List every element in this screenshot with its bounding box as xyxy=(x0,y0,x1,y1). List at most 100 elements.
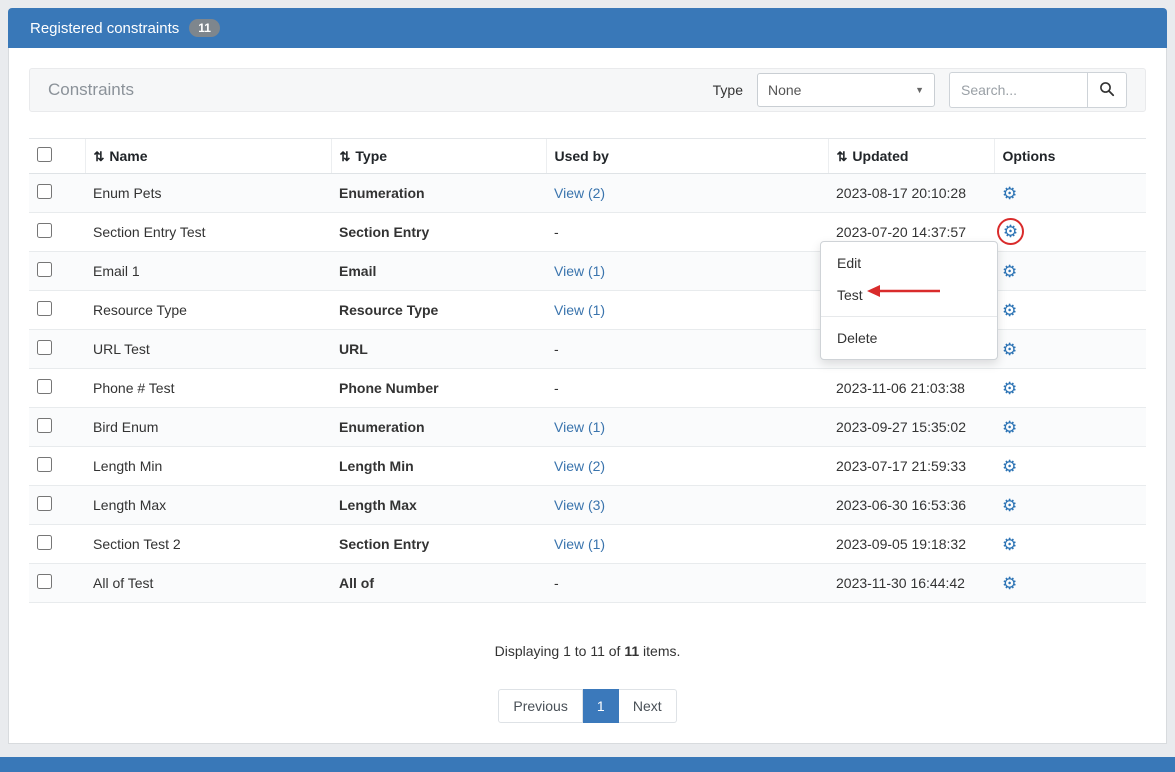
gear-icon[interactable]: ⚙ xyxy=(1002,496,1017,515)
table-body: Enum Pets Enumeration View (2) 2023-08-17 2… xyxy=(29,174,1146,603)
row-checkbox[interactable] xyxy=(37,262,52,277)
row-checkbox[interactable] xyxy=(37,301,52,316)
search-button[interactable] xyxy=(1087,72,1127,108)
type-cell: Email xyxy=(331,252,546,291)
options-cell: ⚙ xyxy=(994,408,1146,447)
row-checkbox[interactable] xyxy=(37,418,52,433)
name-cell: Length Min xyxy=(85,447,331,486)
table-row: Enum PetsEnumerationView (2)2023-08-17 2… xyxy=(29,174,1146,213)
options-cell: ⚙ xyxy=(994,291,1146,330)
toolbar-heading: Constraints xyxy=(48,80,134,100)
name-cell: URL Test xyxy=(85,330,331,369)
row-checkbox[interactable] xyxy=(37,379,52,394)
used-by-link[interactable]: View (1) xyxy=(554,536,605,552)
count-badge: 11 xyxy=(189,19,220,37)
row-checkbox[interactable] xyxy=(37,223,52,238)
table-row: Length MinLength MinView (2)2023-07-17 2… xyxy=(29,447,1146,486)
results-summary: Displaying 1 to 11 of 11 items. xyxy=(29,643,1146,659)
type-cell: Section Entry xyxy=(331,213,546,252)
used-by-link[interactable]: View (2) xyxy=(554,458,605,474)
used-by-cell: - xyxy=(546,213,828,252)
type-cell: Resource Type xyxy=(331,291,546,330)
type-cell: Enumeration xyxy=(331,408,546,447)
row-checkbox[interactable] xyxy=(37,457,52,472)
select-all-checkbox[interactable] xyxy=(37,147,52,162)
gear-icon[interactable]: ⚙ xyxy=(1002,379,1017,398)
page-1-button[interactable]: 1 xyxy=(583,689,619,723)
options-cell: ⚙ xyxy=(994,213,1146,252)
type-cell: URL xyxy=(331,330,546,369)
row-checkbox[interactable] xyxy=(37,184,52,199)
gear-icon[interactable]: ⚙ xyxy=(1002,574,1017,593)
annotation-circle: ⚙ xyxy=(997,218,1024,245)
type-select-value: None xyxy=(768,82,801,98)
used-by-cell: View (2) xyxy=(546,447,828,486)
updated-cell: 2023-06-30 16:53:36 xyxy=(828,486,994,525)
type-cell: Length Max xyxy=(331,486,546,525)
gear-icon[interactable]: ⚙ xyxy=(1003,223,1018,240)
name-cell: Bird Enum xyxy=(85,408,331,447)
col-header-updated[interactable]: ⇅Updated xyxy=(828,139,994,174)
gear-icon[interactable]: ⚙ xyxy=(1002,457,1017,476)
options-cell: ⚙ xyxy=(994,447,1146,486)
used-by-link[interactable]: View (1) xyxy=(554,302,605,318)
table-row: Phone # TestPhone Number-2023-11-06 21:0… xyxy=(29,369,1146,408)
search-input[interactable] xyxy=(949,72,1087,108)
menu-item-test[interactable]: Test xyxy=(821,279,997,311)
row-checkbox[interactable] xyxy=(37,574,52,589)
type-filter-label: Type xyxy=(713,82,743,98)
sort-icon: ⇅ xyxy=(837,149,848,164)
panel-header: Registered constraints 11 xyxy=(8,8,1167,48)
next-page-button[interactable]: Next xyxy=(619,689,677,723)
gear-icon[interactable]: ⚙ xyxy=(1002,262,1017,281)
gear-icon[interactable]: ⚙ xyxy=(1002,340,1017,359)
used-by-value: - xyxy=(554,380,559,396)
constraints-panel: Registered constraints 11 Constraints Ty… xyxy=(8,8,1167,744)
previous-page-button[interactable]: Previous xyxy=(498,689,582,723)
toolbar: Constraints Type None ▼ xyxy=(29,68,1146,112)
options-cell: ⚙ xyxy=(994,564,1146,603)
menu-item-delete[interactable]: Delete xyxy=(821,322,997,354)
used-by-value: - xyxy=(554,575,559,591)
updated-cell: 2023-09-05 19:18:32 xyxy=(828,525,994,564)
gear-icon[interactable]: ⚙ xyxy=(1002,418,1017,437)
used-by-link[interactable]: View (1) xyxy=(554,263,605,279)
gear-icon[interactable]: ⚙ xyxy=(1002,301,1017,320)
col-header-options: Options xyxy=(994,139,1146,174)
toolbar-controls: Type None ▼ xyxy=(713,72,1127,108)
used-by-link[interactable]: View (1) xyxy=(554,419,605,435)
search-icon xyxy=(1099,81,1115,100)
name-cell: Enum Pets xyxy=(85,174,331,213)
name-cell: Email 1 xyxy=(85,252,331,291)
row-checkbox[interactable] xyxy=(37,340,52,355)
options-cell: ⚙ xyxy=(994,525,1146,564)
name-cell: Section Test 2 xyxy=(85,525,331,564)
col-header-name[interactable]: ⇅Name xyxy=(85,139,331,174)
used-by-cell: View (1) xyxy=(546,408,828,447)
row-checkbox[interactable] xyxy=(37,496,52,511)
options-dropdown-menu: EditTest Delete xyxy=(820,241,998,360)
menu-divider xyxy=(821,316,997,317)
gear-icon[interactable]: ⚙ xyxy=(1002,535,1017,554)
table-row: Section Test 2Section Entry View (1) 2023-… xyxy=(29,525,1146,564)
type-cell: Section Entry xyxy=(331,525,546,564)
options-cell: ⚙ xyxy=(994,486,1146,525)
menu-item-edit[interactable]: Edit xyxy=(821,247,997,279)
table-row: Length MaxLength Max View (3) 2023-06-30 1… xyxy=(29,486,1146,525)
constraints-table: ⇅Name ⇅Type Used by ⇅Updated Options xyxy=(29,138,1146,603)
used-by-link[interactable]: View (3) xyxy=(554,497,605,513)
table-header-row: ⇅Name ⇅Type Used by ⇅Updated Options xyxy=(29,139,1146,174)
used-by-value: - xyxy=(554,224,559,240)
name-cell: Length Max xyxy=(85,486,331,525)
row-checkbox[interactable] xyxy=(37,535,52,550)
sort-icon: ⇅ xyxy=(94,149,105,164)
col-header-type[interactable]: ⇅Type xyxy=(331,139,546,174)
used-by-cell: View (1) xyxy=(546,252,828,291)
gear-icon[interactable]: ⚙ xyxy=(1002,184,1017,203)
type-select[interactable]: None ▼ xyxy=(757,73,935,107)
updated-cell: 2023-08-17 20:10:28 xyxy=(828,174,994,213)
used-by-link[interactable]: View (2) xyxy=(554,185,605,201)
options-cell: ⚙ xyxy=(994,174,1146,213)
updated-cell: 2023-11-30 16:44:42 xyxy=(828,564,994,603)
type-cell: All of xyxy=(331,564,546,603)
